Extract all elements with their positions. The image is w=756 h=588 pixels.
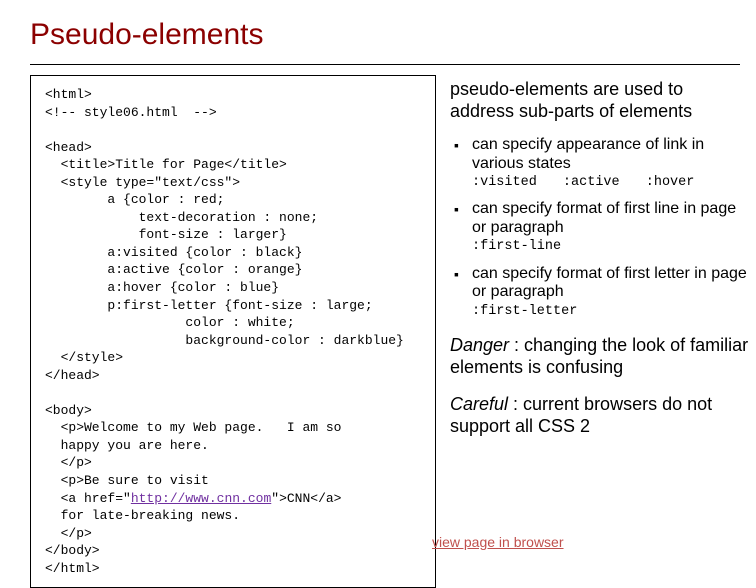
code-line: <title>Title for Page</title> — [45, 157, 287, 172]
intro-text: pseudo-elements are used to address sub-… — [450, 79, 750, 122]
code-line: for late-breaking news. — [45, 508, 240, 523]
pseudo-name: :active — [563, 175, 620, 190]
code-line: <html> — [45, 87, 92, 102]
page-title: Pseudo-elements — [30, 18, 756, 52]
careful-label: Careful — [450, 394, 508, 414]
code-line: <!-- style06.html --> — [45, 105, 217, 120]
code-line: <p>Be sure to visit — [45, 473, 209, 488]
code-line: ">CNN</a> — [271, 491, 341, 506]
code-line: a {color : red; — [45, 192, 224, 207]
danger-label: Danger — [450, 335, 509, 355]
code-line: font-size : larger} — [45, 227, 287, 242]
bullet-item: can specify appearance of link in variou… — [450, 136, 750, 190]
code-line: happy you are here. — [45, 438, 209, 453]
code-line: <body> — [45, 403, 92, 418]
bullet-sub: :first-letter — [472, 304, 750, 320]
code-line: </head> — [45, 368, 100, 383]
code-line: <head> — [45, 140, 92, 155]
code-line: </html> — [45, 561, 100, 576]
view-page-link[interactable]: view page in browser — [432, 534, 564, 550]
code-line: <a href=" — [45, 491, 131, 506]
bullet-list: can specify appearance of link in variou… — [450, 136, 750, 319]
bullet-item: can specify format of first line in page… — [450, 200, 750, 254]
code-example: <html> <!-- style06.html --> <head> <tit… — [30, 75, 436, 588]
code-line: background-color : darkblue} — [45, 333, 404, 348]
pseudo-name: :hover — [646, 175, 695, 190]
code-line: </style> — [45, 350, 123, 365]
pseudo-name: :visited — [472, 175, 537, 190]
code-line: text-decoration : none; — [45, 210, 318, 225]
code-line: a:hover {color : blue} — [45, 280, 279, 295]
bullet-text: can specify format of first letter in pa… — [472, 265, 747, 300]
code-line: a:visited {color : black} — [45, 245, 302, 260]
code-line: <style type="text/css"> — [45, 175, 240, 190]
code-line: p:first-letter {font-size : large; — [45, 298, 373, 313]
explanation-column: pseudo-elements are used to address sub-… — [450, 75, 750, 437]
code-line: </body> — [45, 543, 100, 558]
code-hyperlink[interactable]: http://www.cnn.com — [131, 491, 271, 506]
careful-note: Careful : current browsers do not suppor… — [450, 394, 750, 437]
code-line: <p>Welcome to my Web page. I am so — [45, 420, 341, 435]
pseudo-name: :first-letter — [472, 304, 577, 319]
code-line: a:active {color : orange} — [45, 262, 302, 277]
pseudo-name: :first-line — [472, 239, 561, 254]
title-divider — [30, 64, 740, 65]
code-line: </p> — [45, 455, 92, 470]
code-line: </p> — [45, 526, 92, 541]
bullet-text: can specify format of first line in page… — [472, 200, 736, 235]
bullet-text: can specify appearance of link in variou… — [472, 136, 704, 171]
code-line: color : white; — [45, 315, 295, 330]
bullet-sub: :first-line — [472, 239, 750, 255]
danger-note: Danger : changing the look of familiar e… — [450, 335, 750, 378]
bullet-sub: :visited :active :hover — [472, 175, 750, 191]
bullet-item: can specify format of first letter in pa… — [450, 265, 750, 319]
